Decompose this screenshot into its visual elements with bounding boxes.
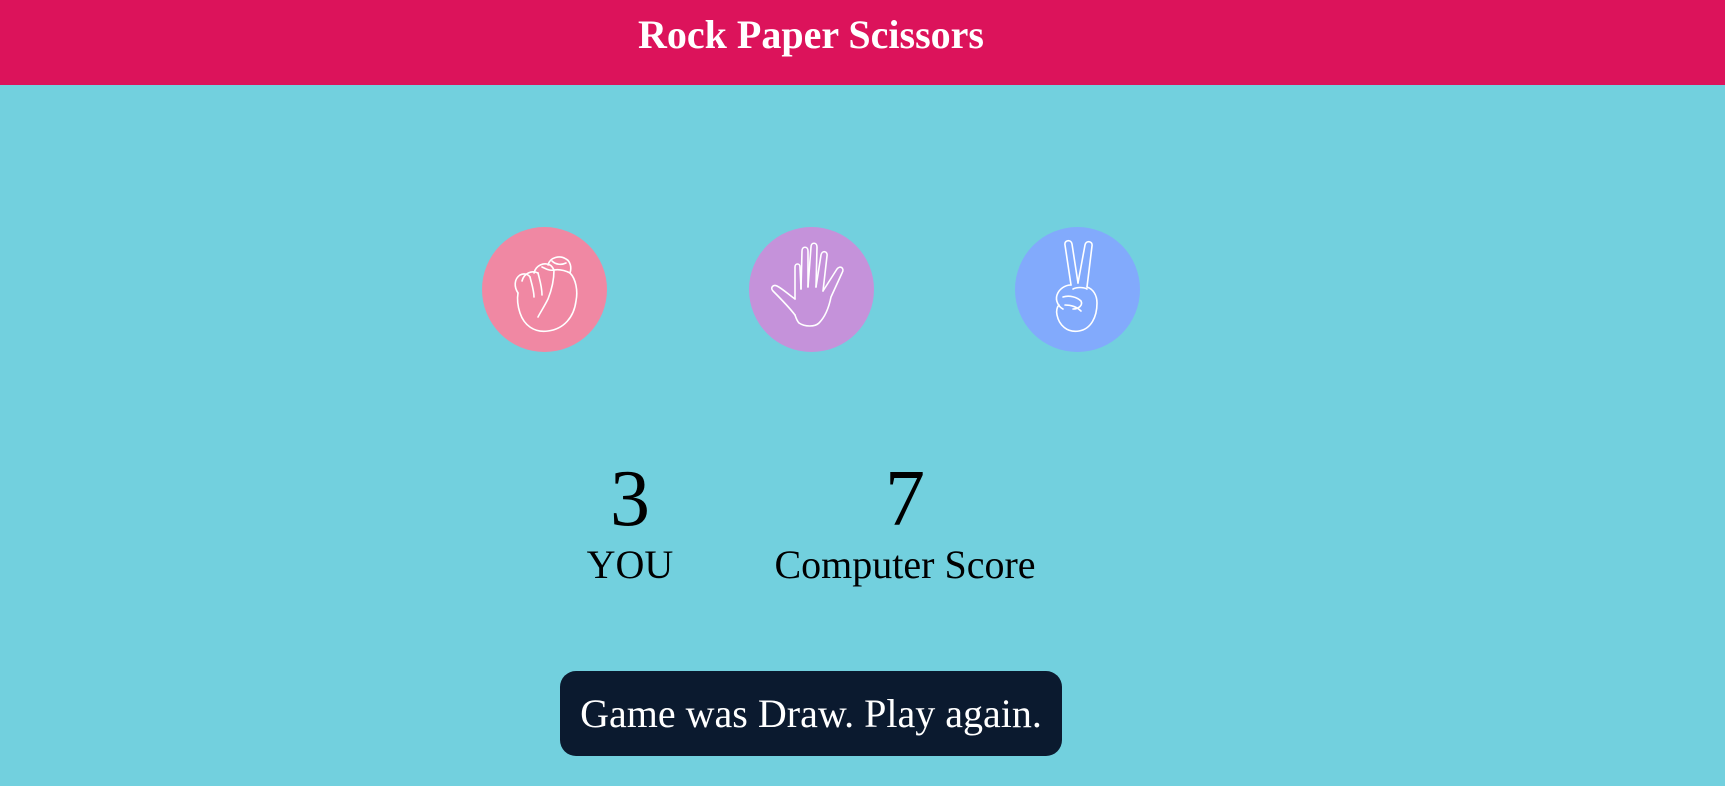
paper-choice-button[interactable]	[749, 227, 874, 352]
paper-hand-icon	[770, 242, 844, 327]
header-bar: Rock Paper Scissors	[0, 0, 1725, 85]
user-score-value: 3	[610, 455, 650, 543]
user-score-block: 3 YOU	[570, 455, 690, 587]
result-message: Game was Draw. Play again.	[560, 671, 1062, 756]
rock-choice-button[interactable]	[482, 227, 607, 352]
scissors-peace-icon	[1055, 239, 1098, 333]
page-title: Rock Paper Scissors	[638, 12, 984, 57]
rock-fist-icon	[514, 256, 578, 333]
user-score-label: YOU	[586, 542, 674, 587]
computer-score-value: 7	[885, 455, 925, 543]
computer-score-label: Computer Score	[774, 542, 1036, 587]
scissors-choice-button[interactable]	[1015, 227, 1140, 352]
computer-score-block: 7 Computer Score	[760, 455, 1050, 587]
